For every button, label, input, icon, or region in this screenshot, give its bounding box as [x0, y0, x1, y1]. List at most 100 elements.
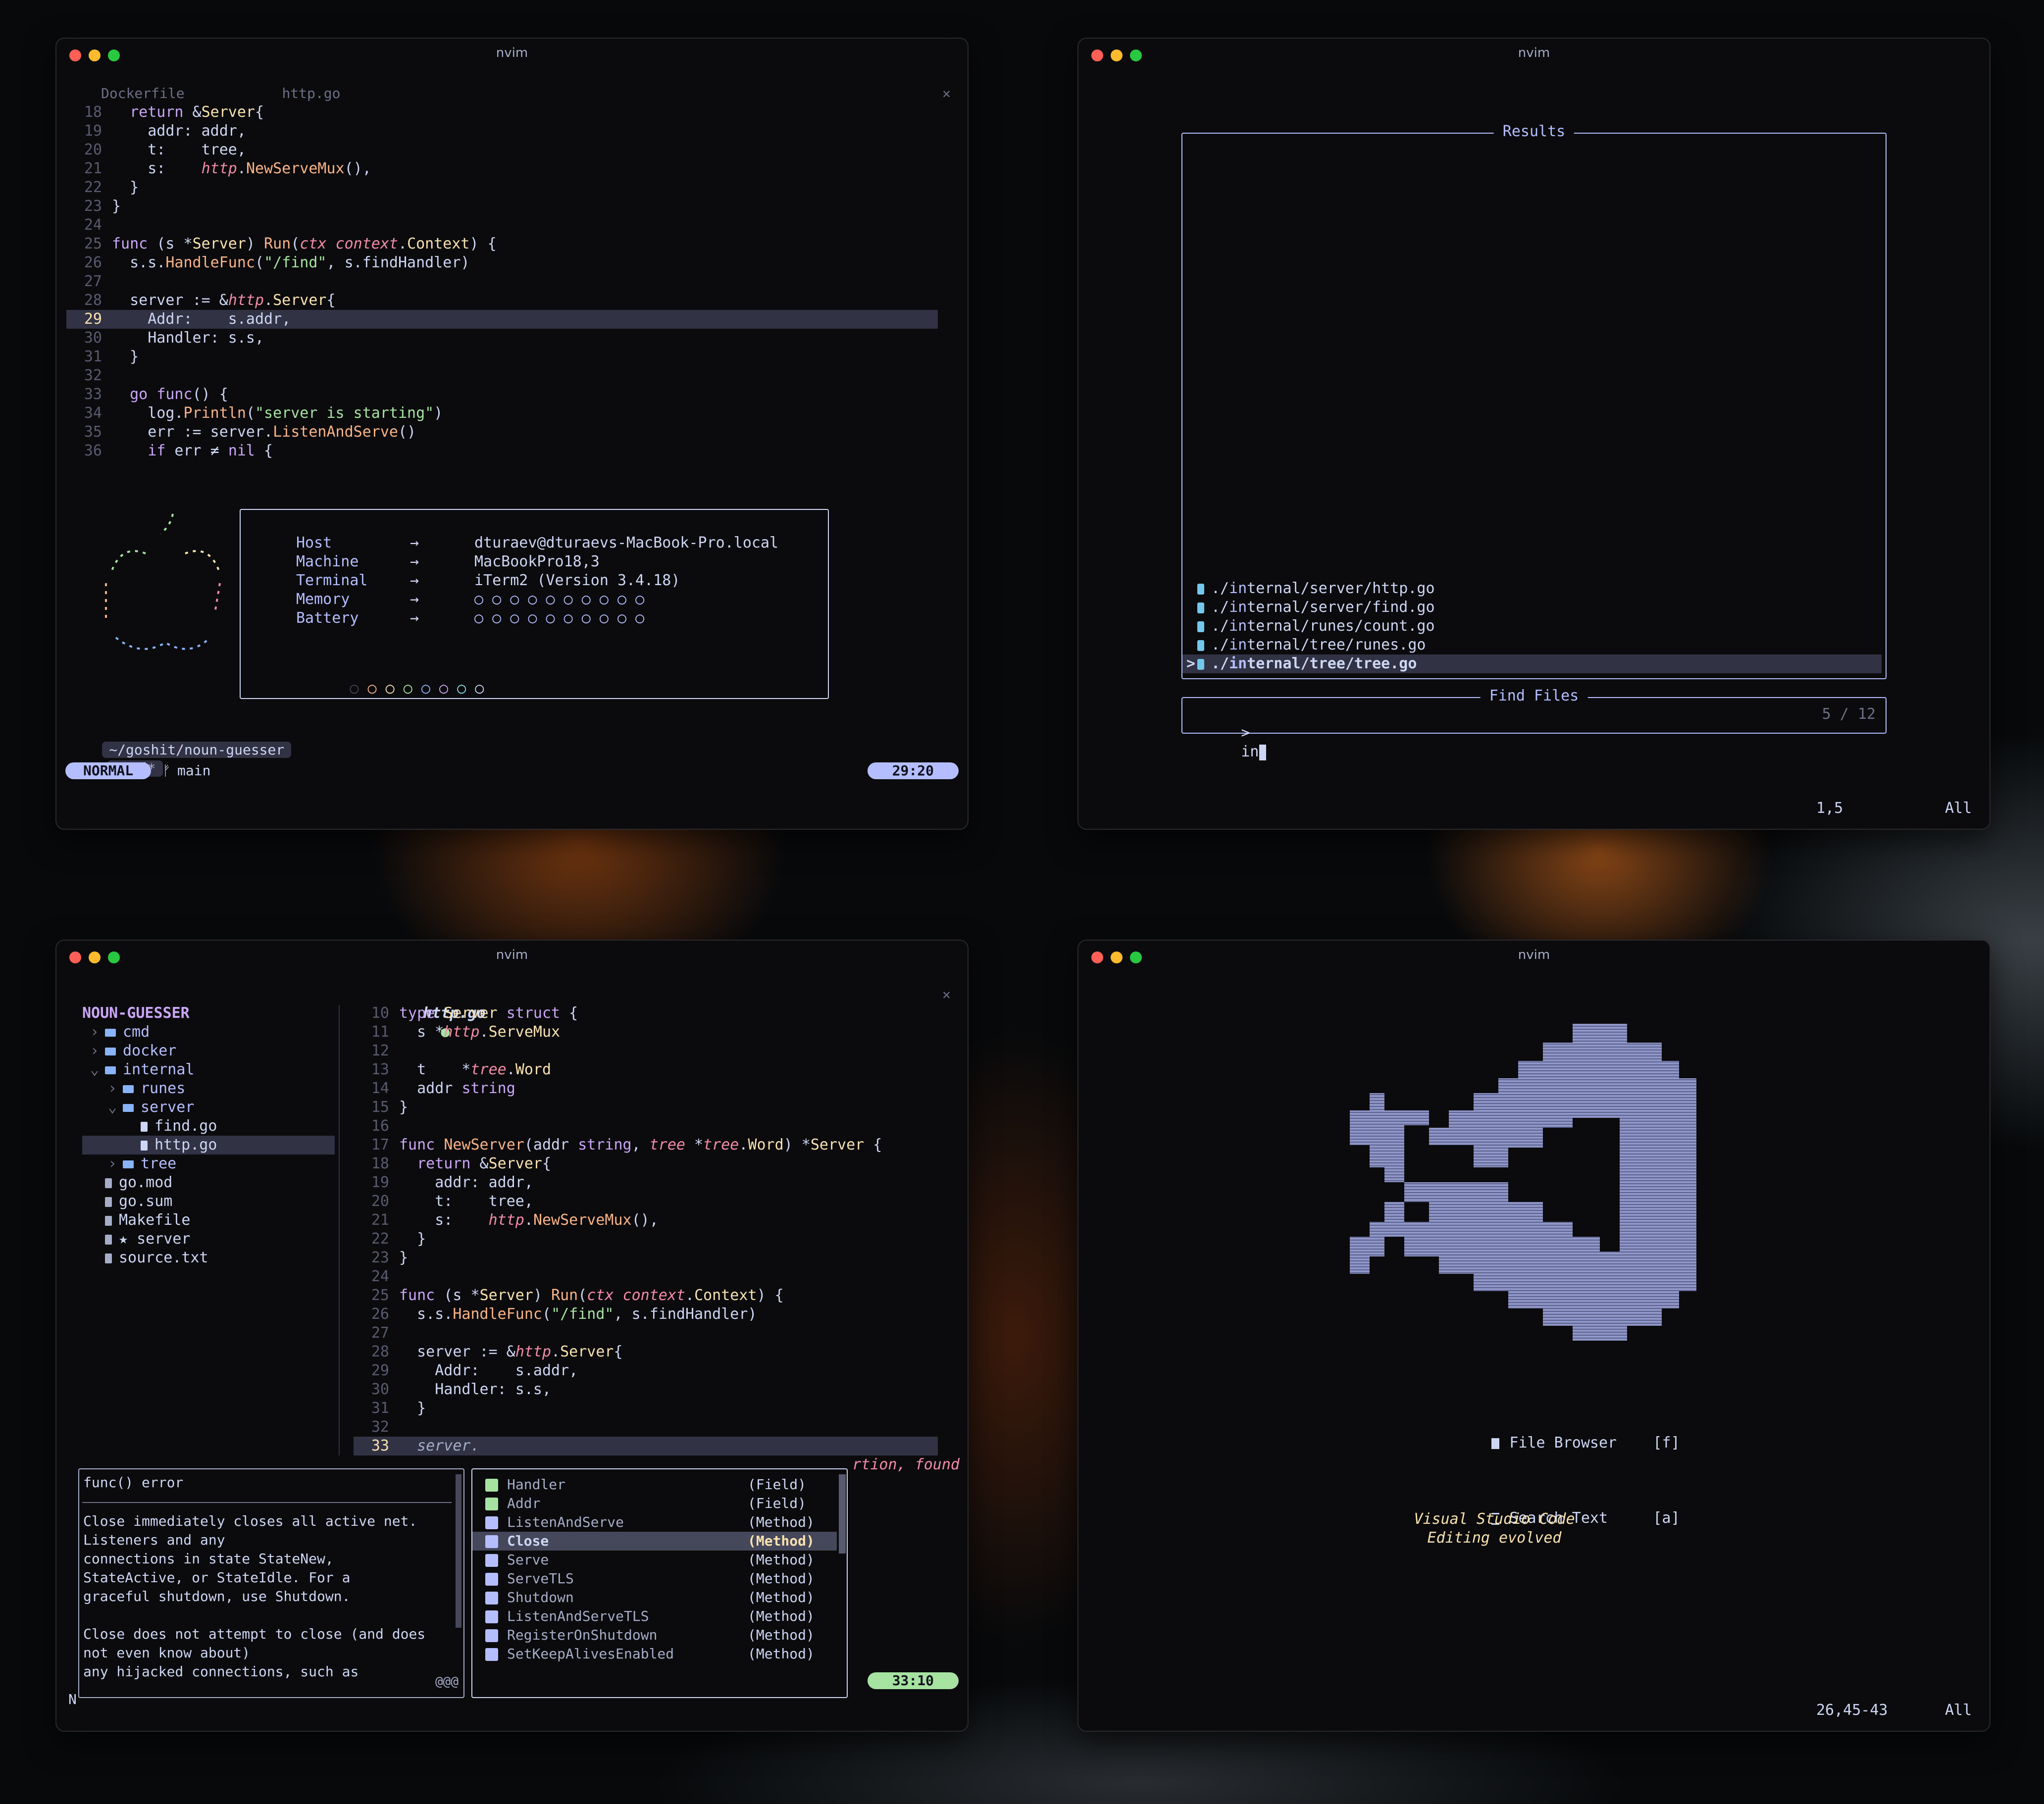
code-line[interactable]: 19 addr: addr, [354, 1173, 938, 1192]
tree-item-docker[interactable]: › docker [82, 1042, 335, 1060]
completion-item[interactable]: Handler (Field) [472, 1475, 837, 1494]
code-line[interactable]: 31 } [354, 1399, 938, 1418]
code-line[interactable]: 21 s: http.NewServeMux(), [66, 159, 938, 178]
code-line[interactable]: 32 [354, 1418, 938, 1437]
tree-item-server[interactable]: ★ server [82, 1230, 335, 1249]
tree-item-http-go[interactable]: http.go [82, 1136, 335, 1154]
fetch-key: Host [296, 534, 332, 551]
completion-item[interactable]: Serve (Method) [472, 1551, 837, 1569]
search-input[interactable]: in [1241, 743, 1259, 760]
code-line[interactable]: 24 [66, 216, 938, 235]
completion-item[interactable]: Shutdown (Method) [472, 1588, 837, 1607]
tab-http-go[interactable]: http.go [282, 85, 340, 101]
code-line[interactable]: 35 err := server.ListenAndServe() [66, 423, 938, 442]
result-item[interactable]: ./internal/server/find.go [1182, 598, 1886, 617]
code-line[interactable]: 27 [66, 272, 938, 291]
completion-menu[interactable]: Handler (Field) Addr (Field) ListenAndServe (… [471, 1468, 848, 1698]
completion-item[interactable]: Addr (Field) [472, 1494, 837, 1513]
code-line[interactable]: 15} [354, 1098, 938, 1117]
code-line[interactable]: 26 s.s.HandleFunc("/find", s.findHandler… [354, 1305, 938, 1324]
result-item[interactable]: > ./internal/tree/tree.go [1182, 654, 1882, 673]
completion-kind: (Method) [748, 1646, 815, 1662]
tab-dockerfile[interactable]: Dockerfile [101, 85, 185, 101]
tree-item-server[interactable]: ⌄ server [82, 1098, 335, 1117]
close-buffer-icon[interactable]: ✕ [942, 986, 951, 1002]
code-line[interactable]: 12 [354, 1042, 938, 1060]
code-line[interactable]: 16 [354, 1117, 938, 1136]
code-line[interactable]: 29 Addr: s.addr, [354, 1361, 938, 1380]
result-item[interactable]: ./internal/runes/count.go [1182, 617, 1886, 636]
tree-item-runes[interactable]: › runes [82, 1079, 335, 1098]
code-line[interactable]: 14 addr string [354, 1079, 938, 1098]
menu-file-browser[interactable]: File Browser [f] [1438, 1415, 1680, 1471]
menu-label: File Browser [1509, 1434, 1617, 1452]
code-line[interactable]: 28 server := &http.Server{ [66, 291, 938, 310]
completion-item[interactable]: SetKeepAlivesEnabled (Method) [472, 1645, 837, 1663]
code-line[interactable]: 25 func (s *Server) Run(ctx context.Conte… [66, 235, 938, 253]
result-item[interactable]: ./internal/server/http.go [1182, 579, 1886, 598]
code-line[interactable]: 20 t: tree, [354, 1192, 938, 1211]
completion-item[interactable]: ServeTLS (Method) [472, 1569, 837, 1588]
code-line[interactable]: 24 [354, 1267, 938, 1286]
code-line[interactable]: 30 Handler: s.s, [66, 329, 938, 348]
code-line[interactable]: 13 t *tree.Word [354, 1060, 938, 1079]
tree-item-find-go[interactable]: find.go [82, 1117, 335, 1136]
tree-item-internal[interactable]: ⌄ internal [82, 1060, 335, 1079]
code-line[interactable]: 21 s: http.NewServeMux(), [354, 1211, 938, 1230]
completion-item[interactable]: ListenAndServeTLS (Method) [472, 1607, 837, 1626]
code-line[interactable]: 30 Handler: s.s, [354, 1380, 938, 1399]
split-divider[interactable] [339, 1005, 340, 1455]
tree-item-makefile[interactable]: Makefile [82, 1211, 335, 1230]
result-item[interactable]: ./internal/tree/runes.go [1182, 636, 1886, 654]
code-line[interactable]: 23} [66, 197, 938, 216]
code-line[interactable]: 33 go func() { [66, 385, 938, 404]
code-line[interactable]: 18 return &Server{ [354, 1154, 938, 1173]
code-line[interactable]: 34 log.Println("server is starting") [66, 404, 938, 423]
fetch-info-box: Host → dturaev@dturaevs-MacBook-Pro.local M… [240, 509, 829, 699]
code-line[interactable]: 28 server := &http.Server{ [354, 1343, 938, 1361]
code-line[interactable]: 32 [66, 366, 938, 385]
tree-item-tree[interactable]: › tree [82, 1154, 335, 1173]
code-line[interactable]: 22 } [354, 1230, 938, 1249]
code-line[interactable]: 23} [354, 1249, 938, 1267]
code-line[interactable]: 31 } [66, 348, 938, 366]
completion-label: SetKeepAlivesEnabled [507, 1646, 674, 1662]
nvim-window-top-right[interactable]: nvim Results ./internal/server/http.go ./… [1077, 38, 1991, 830]
nvim-window-bottom-left[interactable]: nvim NOUN-GUESSER › cmd › docker ⌄ internal › r… [55, 940, 969, 1732]
completion-scrollbar[interactable] [839, 1474, 846, 1553]
tree-item-go-mod[interactable]: go.mod [82, 1173, 335, 1192]
line-number: 27 [371, 1324, 389, 1342]
completion-item[interactable]: RegisterOnShutdown (Method) [472, 1626, 837, 1645]
line-text: func (s *Server) Run(ctx context.Context… [112, 235, 497, 252]
completion-item[interactable]: ListenAndServe (Method) [472, 1513, 837, 1532]
code-editor[interactable]: 18 return &Server{19 addr: addr, 20 t: tr… [66, 103, 938, 460]
code-line[interactable]: 10 type Server struct { [354, 1004, 938, 1023]
code-line[interactable]: 22 } [66, 178, 938, 197]
code-line[interactable]: 36 if err ≠ nil { [66, 442, 938, 460]
code-line[interactable]: 25 func (s *Server) Run(ctx context.Conte… [354, 1286, 938, 1305]
code-line[interactable]: 19 addr: addr, [66, 122, 938, 141]
code-line[interactable]: 29 Addr: s.addr, [66, 310, 938, 329]
close-buffer-icon[interactable]: ✕ [942, 85, 951, 101]
completion-label: Shutdown [507, 1589, 574, 1605]
code-line[interactable]: 26 s.s.HandleFunc("/find", s.findHandler… [66, 253, 938, 272]
completion-item[interactable]: Close (Method) [472, 1532, 837, 1551]
code-editor[interactable]: 10 type Server struct {11 s *http.ServeMu… [354, 1004, 938, 1455]
tree-item-cmd[interactable]: › cmd [82, 1023, 335, 1042]
file-tree[interactable]: NOUN-GUESSER › cmd › docker ⌄ internal › runes ⌄… [82, 1004, 335, 1267]
doc-scrollbar[interactable] [456, 1474, 461, 1628]
document-icon [105, 1253, 112, 1263]
code-line[interactable]: 11 s *http.ServeMux [354, 1023, 938, 1042]
find-files-prompt[interactable]: Find Files > in 5 / 12 [1181, 687, 1887, 760]
code-line[interactable]: 33 server. [354, 1437, 938, 1455]
code-line[interactable]: 27 [354, 1324, 938, 1343]
tree-item-go-sum[interactable]: go.sum [82, 1192, 335, 1211]
git-branch-icon: ᚠ [162, 762, 171, 779]
nvim-window-bottom-right[interactable]: nvim File Browser [f] Search Text [a] Vi… [1077, 940, 1991, 1732]
tabline: Dockerfile http.go [101, 85, 340, 101]
tree-item-source-txt[interactable]: source.txt [82, 1249, 335, 1267]
code-line[interactable]: 20 t: tree, [66, 141, 938, 159]
code-line[interactable]: 17 func NewServer(addr string, tree *tree… [354, 1136, 938, 1154]
code-line[interactable]: 18 return &Server{ [66, 103, 938, 122]
nvim-window-top-left[interactable]: nvim Dockerfile http.go ✕ 18 return &Ser… [55, 38, 969, 830]
